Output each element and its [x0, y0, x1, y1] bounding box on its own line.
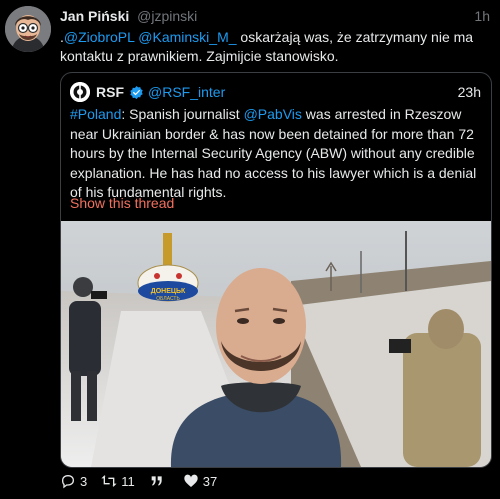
tweet-time[interactable]: 1h: [474, 8, 490, 24]
like-button[interactable]: 37: [183, 473, 217, 489]
show-thread-link[interactable]: Show this thread: [70, 195, 174, 211]
rsf-logo-icon: [70, 82, 90, 102]
quoted-photo[interactable]: ДОНЕЦЬК ОБЛАСТЬ: [61, 221, 491, 467]
verified-badge-icon: [130, 85, 143, 99]
mention-ziobro[interactable]: @ZiobroPL: [64, 29, 135, 45]
avatar-cartoon-icon: [5, 6, 51, 52]
sign-text-bottom: ОБЛАСТЬ: [156, 296, 180, 302]
hashtag-poland[interactable]: #Poland: [70, 106, 121, 122]
tweet-text: .@ZiobroPL @Kaminski_M_ oskarżają was, ż…: [60, 28, 488, 66]
quoted-text: #Poland: Spanish journalist @PabVis was …: [70, 105, 481, 203]
like-count: 37: [202, 473, 218, 489]
reply-icon: [61, 474, 75, 489]
reply-count: 3: [80, 473, 88, 489]
avatar[interactable]: [5, 6, 51, 52]
mention-kaminski[interactable]: @Kaminski_M_: [138, 29, 236, 45]
quoted-tweet[interactable]: RSF @RSF_inter 23h #Poland: Spanish jour…: [60, 72, 492, 468]
quote-tweet-button[interactable]: [149, 473, 169, 489]
author-name[interactable]: Jan Piński: [60, 8, 129, 24]
quoted-text-a: : Spanish journalist: [121, 106, 244, 122]
quoted-author-name[interactable]: RSF: [96, 84, 124, 100]
sign-text-top: ДОНЕЦЬК: [151, 288, 186, 295]
retweet-button[interactable]: 11: [101, 473, 135, 489]
tweet-actions: 3 11 37: [60, 471, 231, 491]
heart-icon: [184, 474, 198, 487]
reply-button[interactable]: 3: [60, 473, 87, 489]
author-handle[interactable]: @jzpinski: [137, 8, 197, 24]
quoted-header: RSF @RSF_inter 23h: [70, 81, 481, 103]
retweet-count: 11: [121, 473, 135, 489]
quote-icon: [151, 476, 162, 486]
rsf-avatar[interactable]: [70, 82, 90, 102]
tweet[interactable]: Jan Piński @jzpinski 1h .@ZiobroPL @Kami…: [0, 0, 500, 499]
tweet-header: Jan Piński @jzpinski 1h: [60, 8, 490, 28]
retweet-icon: [101, 475, 117, 487]
mention-pabvis[interactable]: @PabVis: [244, 106, 302, 122]
quoted-time[interactable]: 23h: [458, 84, 481, 100]
quoted-author-handle[interactable]: @RSF_inter: [148, 84, 225, 100]
